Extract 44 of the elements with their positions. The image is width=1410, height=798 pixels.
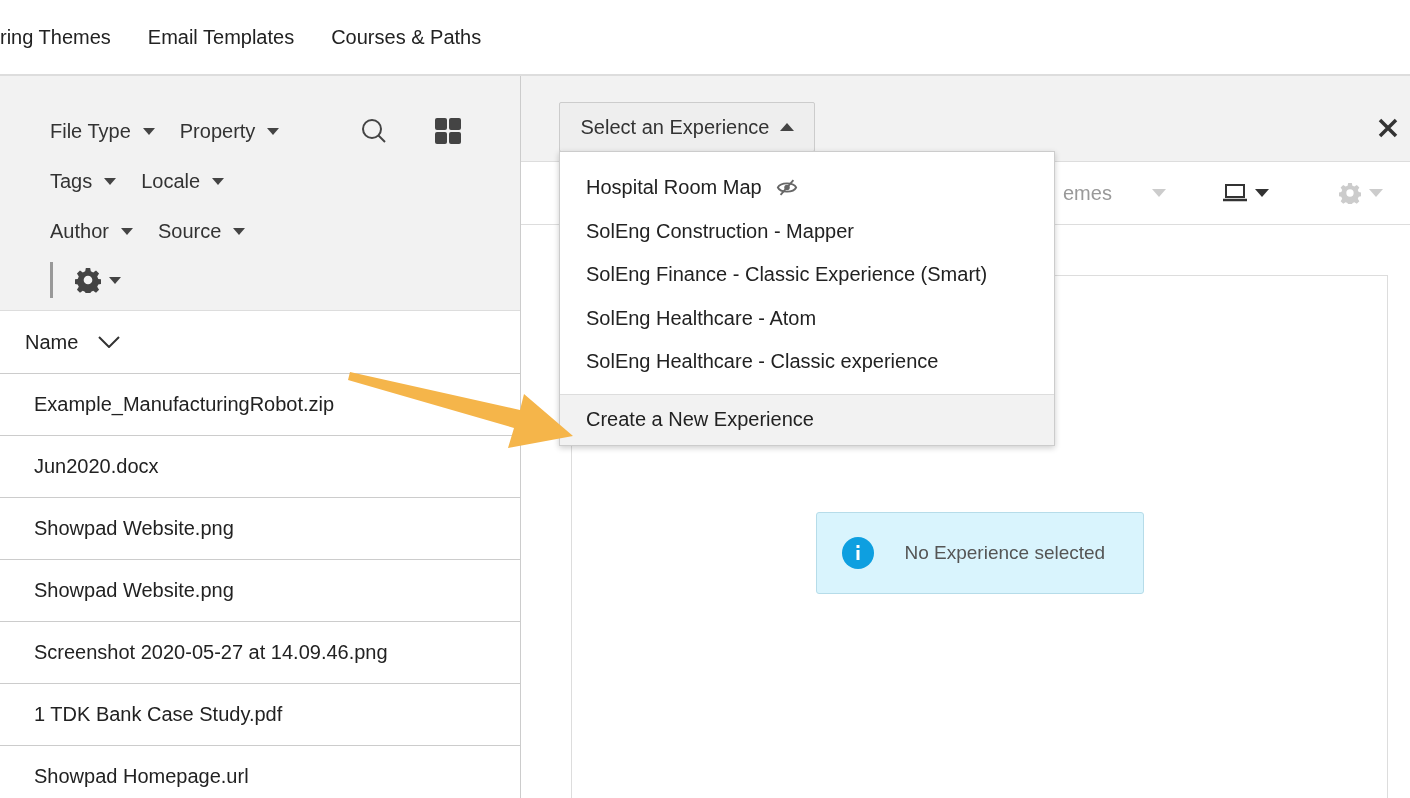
settings-dropdown[interactable] (75, 267, 121, 293)
filter-dropdown[interactable]: File Type (50, 119, 155, 143)
caret-icon (267, 127, 280, 135)
experience-option[interactable]: SolEng Finance - Classic Experience (Smart) (560, 253, 1054, 297)
sort-column-header[interactable]: Name (25, 330, 121, 354)
search-icon[interactable] (361, 118, 388, 144)
chevron-down-icon (98, 336, 121, 348)
caret-icon (233, 227, 246, 235)
experience-option[interactable]: SolEng Construction - Mapper (560, 209, 1054, 253)
alert-message: No Experience selected (904, 542, 1106, 564)
file-row[interactable]: Showpad Website.png (0, 498, 520, 560)
caret-icon (109, 276, 121, 284)
file-row[interactable]: Showpad Homepage.url (0, 746, 520, 798)
caret-up-icon (779, 123, 794, 131)
close-icon[interactable] (1378, 118, 1398, 138)
create-experience-option[interactable]: Create a New Experience (560, 393, 1054, 445)
caret-icon (212, 177, 225, 185)
caret-icon (1151, 189, 1166, 197)
experience-option[interactable]: SolEng Healthcare - Atom (560, 296, 1054, 340)
info-icon (841, 537, 874, 569)
laptop-icon (1222, 184, 1247, 202)
file-row[interactable]: Showpad Website.png (0, 560, 520, 622)
settings-icon (1338, 182, 1361, 204)
caret-icon (104, 177, 117, 185)
caret-icon (142, 127, 155, 135)
nav-tab[interactable]: ring Themes (0, 25, 111, 49)
settings-icon (75, 267, 101, 293)
experience-select[interactable]: Select an Experience (559, 102, 815, 152)
file-row[interactable]: 1 TDK Bank Case Study.pdf (0, 684, 520, 746)
caret-icon (120, 227, 133, 235)
filter-dropdown[interactable]: Locale (141, 169, 225, 193)
grid-view-icon[interactable] (435, 118, 462, 144)
filter-dropdown[interactable]: Tags (50, 169, 117, 193)
device-dropdown[interactable] (1222, 184, 1269, 202)
nav-tab[interactable]: Email Templates (147, 25, 295, 49)
experience-option[interactable]: Hospital Room Map (560, 166, 1054, 210)
filter-dropdown[interactable]: Source (157, 219, 246, 243)
caret-icon (1368, 189, 1383, 197)
file-row[interactable]: Screenshot 2020-05-27 at 14.09.46.png (0, 622, 520, 684)
filter-dropdown[interactable]: Author (50, 219, 133, 243)
nav-tab[interactable]: Courses & Paths (331, 25, 482, 49)
filter-dropdown[interactable]: Property (179, 119, 280, 143)
experience-option[interactable]: SolEng Healthcare - Classic experience (560, 340, 1054, 384)
caret-icon (1254, 189, 1269, 197)
